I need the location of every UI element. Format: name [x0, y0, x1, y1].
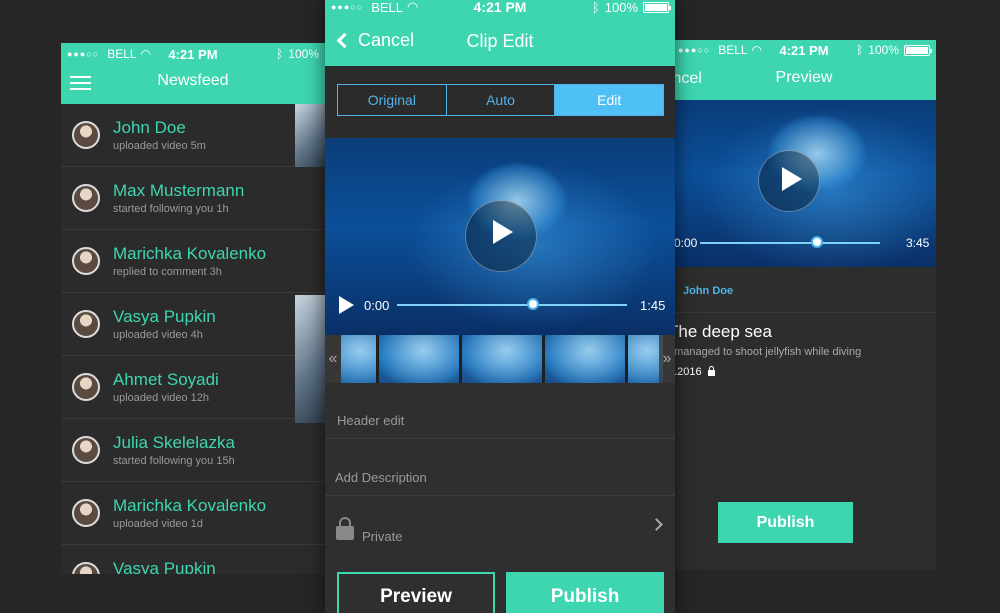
filmstrip-left-icon[interactable]: «	[325, 335, 341, 383]
feed-list: John Doe uploaded video 5m Max Mustermann…	[61, 104, 325, 574]
filmstrip-frame[interactable]	[462, 335, 542, 383]
feed-activity: started following you 1h	[113, 203, 229, 215]
avatar	[72, 436, 100, 464]
preview-button[interactable]: Preview	[337, 572, 495, 613]
video-thumbnail[interactable]	[295, 295, 325, 423]
filmstrip-frame[interactable]	[628, 335, 663, 383]
feed-user-name[interactable]: Julia Skelelazka	[113, 433, 235, 453]
video-title: The deep sea	[672, 322, 772, 341]
list-item[interactable]: Marichka Kovalenko replied to comment 3h	[61, 230, 325, 293]
video-duration: 3:45	[906, 236, 930, 250]
publish-button[interactable]: Publish	[506, 572, 664, 613]
lock-icon	[336, 517, 354, 540]
video-meta: 5.2016	[672, 366, 715, 378]
preview-header: ●●●○○BELL◠ 4:21 PM ᛒ100% Cancel Preview	[672, 40, 936, 100]
description-placeholder: Add Description	[335, 470, 427, 485]
privacy-row[interactable]: Private	[325, 496, 675, 548]
video-duration: 1:45	[640, 298, 666, 313]
battery-icon	[643, 1, 671, 13]
avatar	[72, 373, 100, 401]
status-bar: ●●●○○ BELL ◠ 4:21 PM ᛒ 100%	[61, 45, 325, 63]
list-item[interactable]: Vasya Pupkin uploaded video 4h	[61, 293, 325, 356]
video-thumbnail[interactable]	[295, 104, 325, 167]
feed-user-name[interactable]: John Doe	[113, 118, 186, 138]
feed-activity: uploaded video 5m	[113, 140, 206, 152]
video-player[interactable]: 0:00 3:45	[672, 100, 936, 267]
avatar	[72, 499, 100, 527]
segment-bar: Original Auto Edit	[325, 66, 675, 138]
video-player[interactable]: 0:00 1:45	[325, 138, 675, 335]
battery-percent: 100%	[868, 43, 899, 57]
clip-edit-header: ●●●○○ BELL ◠ 4:21 PM ᛒ 100% Cancel Clip Edi…	[325, 0, 675, 66]
battery-percent: 100%	[604, 0, 638, 15]
feed-user-name[interactable]: Vasya Pupkin	[113, 307, 216, 327]
header-edit-placeholder: Header edit	[337, 413, 405, 428]
battery-percent: 100%	[288, 47, 319, 61]
feed-activity: uploaded video 1d	[113, 518, 203, 530]
list-item[interactable]: John Doe uploaded video 5m	[61, 104, 325, 167]
header-edit-field[interactable]: Header edit	[325, 383, 675, 439]
video-scrubber[interactable]	[397, 304, 627, 306]
video-current-time: 0:00	[674, 236, 698, 250]
list-item[interactable]: Max Mustermann started following you 1h	[61, 167, 325, 230]
play-small-icon[interactable]	[339, 296, 354, 314]
list-item[interactable]: Julia Skelelazka started following you 15…	[61, 419, 325, 482]
bluetooth-icon: ᛒ	[856, 43, 864, 57]
filmstrip-frame[interactable]	[341, 335, 376, 383]
feed-user-name[interactable]: Marichka Kovalenko	[113, 244, 266, 264]
play-icon[interactable]	[758, 150, 820, 212]
filmstrip-frame[interactable]	[545, 335, 625, 383]
filmstrip-right-icon[interactable]: »	[659, 335, 675, 383]
avatar	[72, 562, 100, 574]
feed-user-name[interactable]: Marichka Kovalenko	[113, 496, 266, 516]
list-item[interactable]: Marichka Kovalenko uploaded video 1d	[61, 482, 325, 545]
page-title: Preview	[775, 69, 833, 86]
bluetooth-icon: ᛒ	[276, 47, 284, 61]
newsfeed-header: ●●●○○ BELL ◠ 4:21 PM ᛒ 100% Newsfeed	[61, 43, 325, 104]
feed-user-name[interactable]: Ahmet Soyadi	[113, 370, 219, 390]
chevron-right-icon	[650, 518, 663, 531]
avatar	[72, 184, 100, 212]
divider	[672, 312, 936, 313]
publish-button[interactable]: Publish	[718, 502, 853, 543]
newsfeed-screen: ●●●○○ BELL ◠ 4:21 PM ᛒ 100% Newsfeed John D…	[61, 43, 325, 574]
scrubber-handle[interactable]	[811, 236, 823, 248]
status-bar: ●●●○○ BELL ◠ 4:21 PM ᛒ 100%	[325, 0, 675, 16]
battery-icon	[904, 44, 932, 56]
video-date: 5.2016	[672, 366, 702, 378]
feed-user-name[interactable]: Max Mustermann	[113, 181, 244, 201]
bluetooth-icon: ᛒ	[591, 0, 600, 15]
clip-edit-screen: ●●●○○ BELL ◠ 4:21 PM ᛒ 100% Cancel Clip Edi…	[325, 0, 675, 613]
preview-screen: ●●●○○BELL◠ 4:21 PM ᛒ100% Cancel Preview …	[672, 40, 936, 570]
avatar	[72, 121, 100, 149]
feed-activity: replied to comment 3h	[113, 266, 222, 278]
lock-icon	[707, 366, 715, 376]
status-bar: ●●●○○ BELL ◠ 4:21 PM ᛒ 100%	[672, 41, 936, 59]
avatar	[72, 310, 100, 338]
filmstrip-frame[interactable]	[379, 335, 459, 383]
video-scrubber[interactable]	[700, 242, 880, 244]
author-name[interactable]: John Doe	[683, 285, 733, 297]
page-title: Newsfeed	[157, 72, 229, 89]
feed-activity: uploaded video 4h	[113, 329, 203, 341]
segmented-control: Original Auto Edit	[337, 84, 664, 116]
filmstrip[interactable]: « »	[325, 335, 675, 383]
privacy-label: Private	[362, 529, 403, 544]
segment-auto[interactable]: Auto	[447, 85, 556, 115]
description-field[interactable]: Add Description	[325, 439, 675, 496]
feed-activity: uploaded video 12h	[113, 392, 210, 404]
list-item[interactable]: Ahmet Soyadi uploaded video 12h	[61, 356, 325, 419]
play-icon[interactable]	[465, 200, 537, 272]
scrubber-handle[interactable]	[527, 298, 539, 310]
video-current-time: 0:00	[364, 298, 390, 313]
feed-activity: started following you 15h	[113, 455, 235, 467]
feed-user-name[interactable]: Vasya Pupkin	[113, 559, 216, 574]
page-title: Clip Edit	[466, 31, 534, 51]
list-item[interactable]: Vasya Pupkin	[61, 545, 325, 574]
segment-original[interactable]: Original	[338, 85, 447, 115]
avatar	[72, 247, 100, 275]
video-description: I managed to shoot jellyfish while divin…	[672, 346, 862, 358]
segment-edit[interactable]: Edit	[555, 85, 664, 115]
